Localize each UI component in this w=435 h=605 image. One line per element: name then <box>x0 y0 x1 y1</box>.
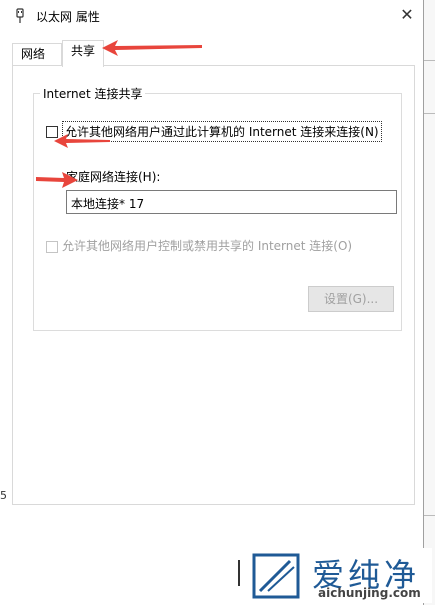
tab-network[interactable]: 网络 <box>12 43 62 65</box>
watermark-logo-icon <box>252 553 300 599</box>
title-bar[interactable]: 以太网 属性 ✕ <box>0 0 423 32</box>
background-divider <box>424 60 435 61</box>
tab-sharing[interactable]: 共享 <box>62 40 104 67</box>
settings-button: 设置(G)... <box>308 286 394 312</box>
arrow-annotation-checkbox <box>54 134 110 148</box>
allow-control-label: 允许其他网络用户控制或禁用共享的 Internet 连接(O) <box>62 239 353 253</box>
watermark-url: aichunjing.com <box>318 586 421 600</box>
arrow-annotation-home-network <box>36 172 78 188</box>
arrow-annotation-tab <box>102 40 202 56</box>
allow-control-checkbox <box>46 241 58 253</box>
watermark: 爱纯净 aichunjing.com <box>246 548 432 603</box>
background-divider <box>424 113 435 114</box>
close-icon[interactable]: ✕ <box>393 2 421 28</box>
network-adapter-icon <box>16 8 24 23</box>
ics-groupbox: Internet 连接共享 允许其他网络用户通过此计算机的 Internet 连… <box>33 85 402 331</box>
window-title: 以太网 属性 <box>36 10 100 24</box>
ics-group-title: Internet 连接共享 <box>40 85 146 102</box>
home-network-label: 家庭网络连接(H): <box>66 170 161 184</box>
background-stray-text: 5 <box>0 489 7 502</box>
home-network-select[interactable]: 本地连接* 17 <box>66 190 397 214</box>
properties-dialog: 以太网 属性 ✕ 网络 共享 Internet 连接共享 允许其他网络用户通过此… <box>0 0 424 605</box>
sharing-panel: Internet 连接共享 允许其他网络用户通过此计算机的 Internet 连… <box>12 65 415 505</box>
background-divider <box>424 515 435 516</box>
